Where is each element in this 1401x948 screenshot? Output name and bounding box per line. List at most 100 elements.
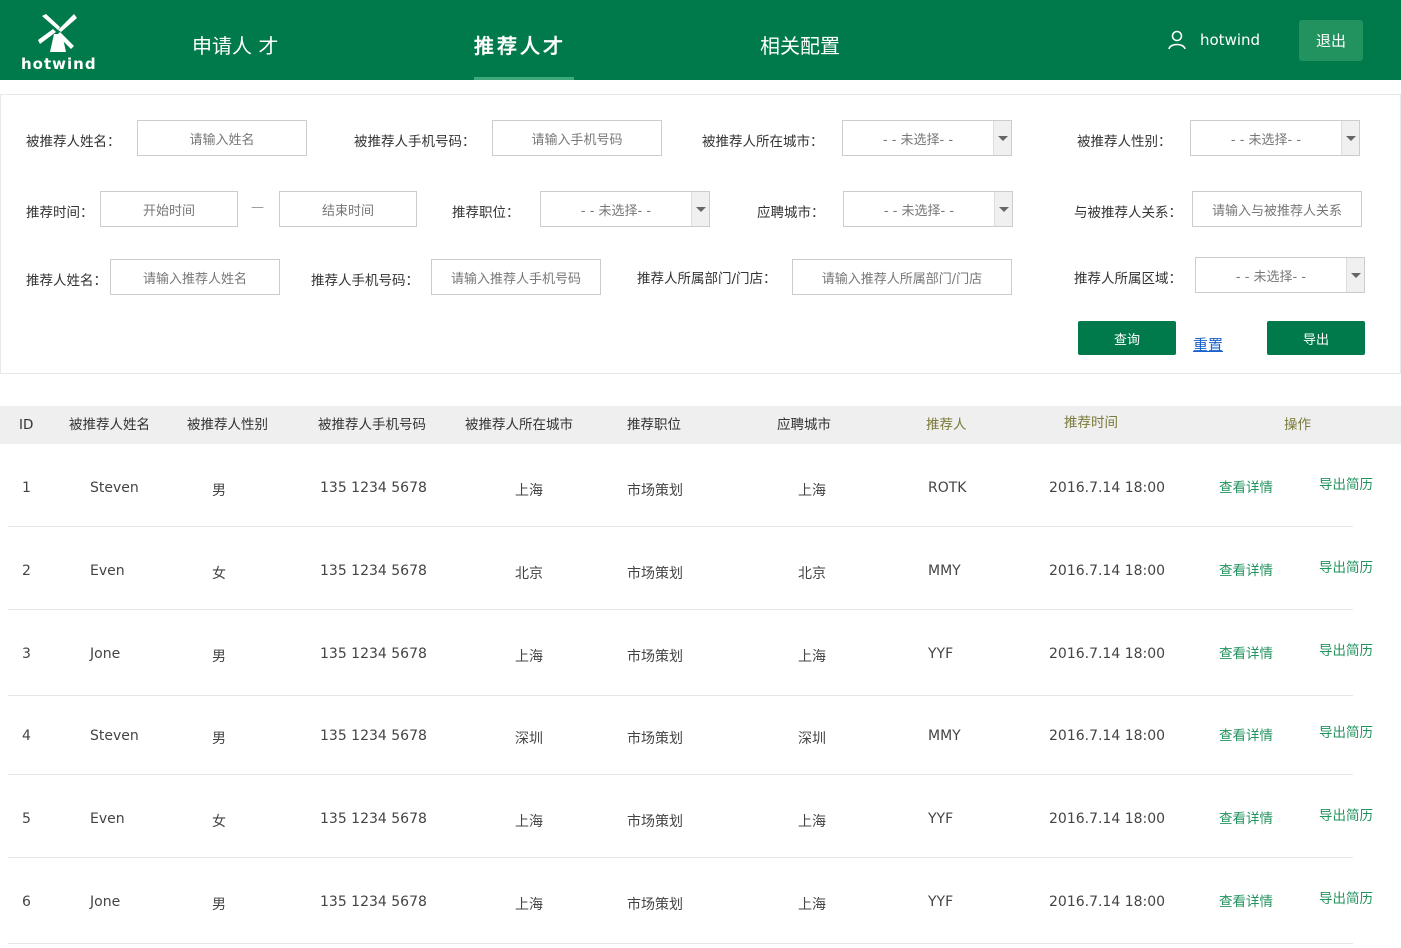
column-header-referrer: 推荐人 bbox=[926, 417, 967, 433]
view-details-link[interactable]: 查看详情 bbox=[1219, 890, 1273, 910]
username: hotwind bbox=[1200, 31, 1261, 49]
cell-id: 3 bbox=[22, 646, 31, 662]
cell-referrer: MMY bbox=[928, 728, 961, 744]
nav-tab-config[interactable]: 相关配置 bbox=[760, 30, 840, 80]
cell-referee-gender: 男 bbox=[212, 649, 226, 665]
user-icon bbox=[1168, 30, 1186, 50]
export-resume-link[interactable]: 导出简历 bbox=[1319, 804, 1373, 824]
view-details-link[interactable]: 查看详情 bbox=[1219, 476, 1273, 496]
relation-input[interactable]: 请输入与被推荐人关系 bbox=[1192, 191, 1362, 227]
column-header-position: 推荐职位 bbox=[627, 417, 681, 433]
start-time-input[interactable]: 开始时间 bbox=[100, 191, 238, 227]
reset-link[interactable]: 重置 bbox=[1193, 334, 1223, 355]
hotwind-logo[interactable]: hotwind bbox=[16, 10, 100, 74]
nav-tab-recommend-talent[interactable]: 推荐人才 bbox=[474, 30, 574, 80]
cell-referee-phone: 135 1234 5678 bbox=[320, 480, 427, 496]
cell-time: 2016.7.14 18:00 bbox=[1049, 646, 1166, 662]
cell-referee-name: Even bbox=[90, 563, 125, 579]
cell-id: 5 bbox=[22, 811, 31, 827]
cell-referee-phone: 135 1234 5678 bbox=[320, 728, 427, 744]
apply-city-label: 应聘城市： bbox=[757, 205, 825, 221]
cell-referee-gender: 女 bbox=[212, 566, 226, 582]
recommend-time-label: 推荐时间： bbox=[26, 205, 94, 221]
referee-name-label: 被推荐人姓名： bbox=[26, 134, 121, 150]
top-navigation-bar: hotwind 申请人 才 推荐人才 相关配置 hotwind 退出 bbox=[0, 0, 1401, 80]
referrer-phone-input[interactable]: 请输入推荐人手机号码 bbox=[431, 259, 601, 295]
column-header-referee-gender: 被推荐人性别 bbox=[187, 417, 268, 433]
view-details-link[interactable]: 查看详情 bbox=[1219, 559, 1273, 579]
cell-position: 市场策划 bbox=[627, 814, 683, 830]
referee-gender-label: 被推荐人性别： bbox=[1077, 134, 1172, 150]
table-header: ID 被推荐人姓名 被推荐人性别 被推荐人手机号码 被推荐人所在城市 推荐职位 … bbox=[0, 406, 1401, 444]
cell-referee-city: 北京 bbox=[515, 566, 543, 582]
row-divider bbox=[8, 695, 1353, 696]
cell-referee-city: 上海 bbox=[515, 814, 543, 830]
cell-referee-phone: 135 1234 5678 bbox=[320, 811, 427, 827]
view-details-link[interactable]: 查看详情 bbox=[1219, 807, 1273, 827]
position-label: 推荐职位： bbox=[452, 205, 520, 221]
cell-referrer: MMY bbox=[928, 563, 961, 579]
chevron-down-icon bbox=[691, 192, 709, 226]
logo-wordmark: hotwind bbox=[21, 55, 97, 73]
referrer-name-input[interactable]: 请输入推荐人姓名 bbox=[110, 259, 280, 295]
chevron-down-icon bbox=[1341, 121, 1359, 155]
user-info[interactable]: hotwind bbox=[1168, 30, 1260, 50]
row-divider bbox=[8, 526, 1353, 527]
nav-tab-apply-talent[interactable]: 申请人 才 bbox=[192, 30, 278, 80]
export-resume-link[interactable]: 导出简历 bbox=[1319, 556, 1373, 576]
cell-referrer: YYF bbox=[928, 646, 954, 662]
cell-time: 2016.7.14 18:00 bbox=[1049, 811, 1166, 827]
cell-id: 1 bbox=[22, 480, 31, 496]
referrer-name-label: 推荐人姓名： bbox=[26, 273, 107, 289]
referee-city-select[interactable]: - - 未选择- - bbox=[842, 120, 1012, 156]
export-resume-link[interactable]: 导出简历 bbox=[1319, 639, 1373, 659]
export-resume-link[interactable]: 导出简历 bbox=[1319, 887, 1373, 907]
export-button[interactable]: 导出 bbox=[1267, 321, 1365, 355]
cell-apply-city: 深圳 bbox=[798, 731, 826, 747]
cell-referee-city: 上海 bbox=[515, 649, 543, 665]
referrer-region-select[interactable]: - - 未选择- - bbox=[1195, 257, 1365, 293]
cell-referee-gender: 女 bbox=[212, 814, 226, 830]
cell-referee-phone: 135 1234 5678 bbox=[320, 563, 427, 579]
cell-referee-name: Steven bbox=[90, 728, 139, 744]
position-select[interactable]: - - 未选择- - bbox=[540, 191, 710, 227]
cell-apply-city: 上海 bbox=[798, 649, 826, 665]
referrer-region-label: 推荐人所属区域： bbox=[1074, 271, 1182, 287]
cell-position: 市场策划 bbox=[627, 649, 683, 665]
apply-city-select[interactable]: - - 未选择- - bbox=[843, 191, 1013, 227]
time-range-separator: — bbox=[251, 200, 264, 215]
view-details-link[interactable]: 查看详情 bbox=[1219, 724, 1273, 744]
referee-name-input[interactable]: 请输入姓名 bbox=[137, 120, 307, 156]
cell-position: 市场策划 bbox=[627, 897, 683, 913]
column-header-time: 推荐时间 bbox=[1064, 415, 1118, 431]
export-resume-link[interactable]: 导出简历 bbox=[1319, 721, 1373, 741]
nav-tab-label: 相关配置 bbox=[760, 34, 840, 58]
cell-referee-phone: 135 1234 5678 bbox=[320, 894, 427, 910]
active-tab-indicator bbox=[474, 77, 574, 80]
cell-apply-city: 上海 bbox=[798, 814, 826, 830]
logout-button[interactable]: 退出 bbox=[1299, 20, 1363, 61]
view-details-link[interactable]: 查看详情 bbox=[1219, 642, 1273, 662]
select-value: - - 未选择- - bbox=[883, 203, 955, 219]
cell-referee-gender: 男 bbox=[212, 897, 226, 913]
cell-referee-name: Jone bbox=[90, 646, 121, 662]
row-divider bbox=[8, 857, 1353, 858]
cell-time: 2016.7.14 18:00 bbox=[1049, 894, 1166, 910]
query-button[interactable]: 查询 bbox=[1078, 321, 1176, 355]
chevron-down-icon bbox=[993, 121, 1011, 155]
nav-tab-label: 推荐人才 bbox=[474, 34, 566, 58]
relation-label: 与被推荐人关系： bbox=[1074, 205, 1182, 221]
referee-gender-select[interactable]: - - 未选择- - bbox=[1190, 120, 1360, 156]
filter-panel: 被推荐人姓名： 请输入姓名 被推荐人手机号码： 请输入手机号码 被推荐人所在城市… bbox=[0, 94, 1401, 374]
cell-referee-city: 深圳 bbox=[515, 731, 543, 747]
cell-referrer: YYF bbox=[928, 894, 954, 910]
referrer-dept-input[interactable]: 请输入推荐人所属部门/门店 bbox=[792, 259, 1012, 295]
referee-phone-input[interactable]: 请输入手机号码 bbox=[492, 120, 662, 156]
end-time-input[interactable]: 结束时间 bbox=[279, 191, 417, 227]
referee-city-label: 被推荐人所在城市： bbox=[702, 134, 824, 150]
export-resume-link[interactable]: 导出简历 bbox=[1319, 473, 1373, 493]
cell-referee-name: Jone bbox=[90, 894, 121, 910]
cell-apply-city: 上海 bbox=[798, 483, 826, 499]
row-divider bbox=[8, 774, 1353, 775]
select-value: - - 未选择- - bbox=[882, 132, 954, 148]
